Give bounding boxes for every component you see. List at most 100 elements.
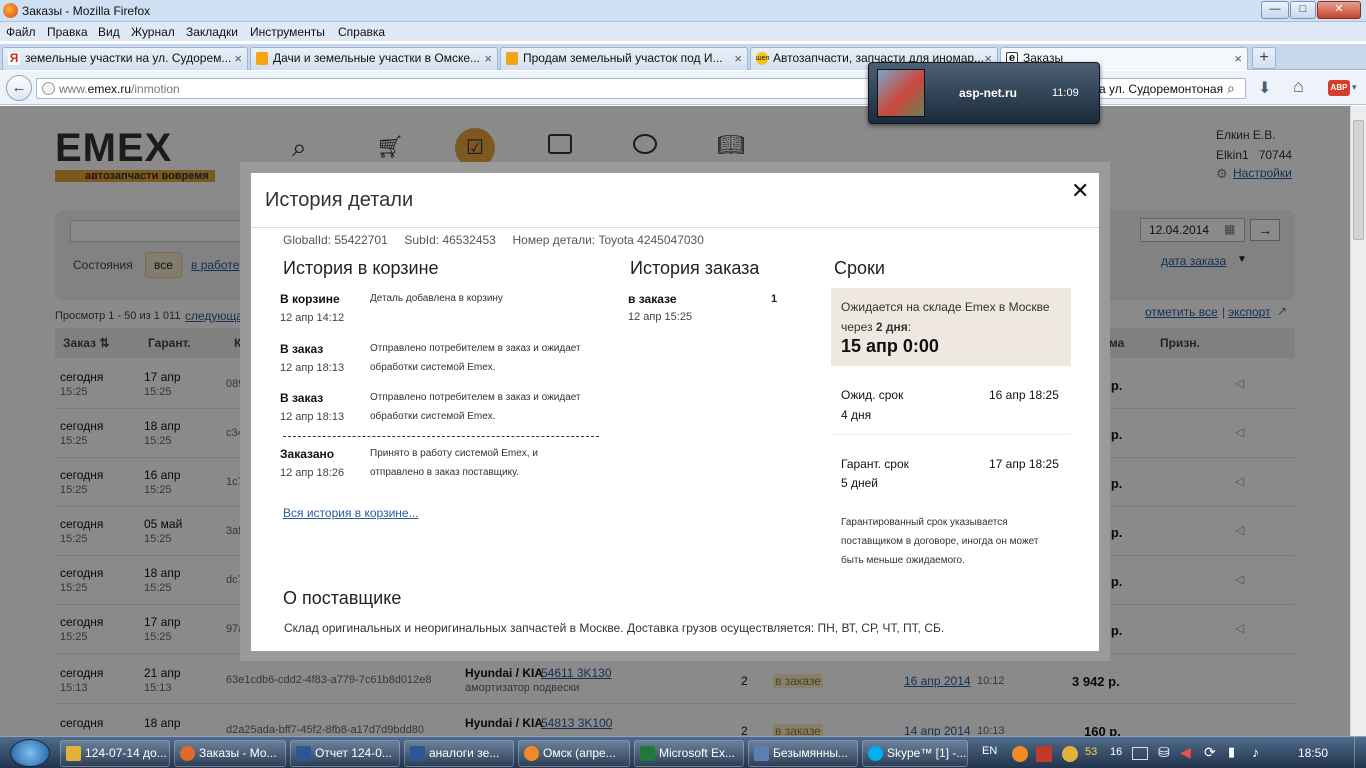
- guarantee-term-days: 5 дней: [841, 476, 879, 490]
- tray-antivirus-icon[interactable]: [1036, 746, 1052, 762]
- search-icon[interactable]: ⌕: [1227, 80, 1235, 97]
- search-input[interactable]: а ул. Судоремонтоная: [1099, 82, 1223, 96]
- expected-term-days: 4 дня: [841, 408, 872, 422]
- page-scrollbar[interactable]: [1350, 106, 1366, 736]
- skype-icon: [868, 746, 883, 761]
- taskbar-item-firefox[interactable]: Заказы - Мо...: [174, 740, 286, 767]
- taskbar-item-folder[interactable]: 124-07-14 до...: [60, 740, 170, 767]
- window-titlebar: Заказы - Mozilla Firefox — □ ✕: [0, 0, 1366, 22]
- events-divider: [283, 436, 599, 437]
- bookmark-favicon-icon: [256, 52, 268, 65]
- menu-file[interactable]: Файл: [6, 25, 36, 39]
- menu-bookmarks[interactable]: Закладки: [186, 25, 238, 39]
- tab-yandex[interactable]: Я земельные участки на ул. Судорем... ×: [2, 47, 248, 70]
- start-button[interactable]: [10, 739, 50, 767]
- tab-close-icon[interactable]: ×: [734, 48, 742, 69]
- terms-note-line: Гарантированный срок указывается: [841, 517, 1008, 528]
- yandex-favicon-icon: Я: [8, 51, 20, 65]
- scrollbar-thumb[interactable]: [1353, 120, 1364, 240]
- order-history-heading: История заказа: [630, 258, 760, 278]
- tab-label: Дачи и земельные участки в Омске...: [273, 51, 481, 65]
- tray-counter-a[interactable]: 53: [1085, 746, 1097, 758]
- taskbar-item-word-1[interactable]: Отчет 124-0...: [290, 740, 400, 767]
- expected-term-date: 16 апр 18:25: [989, 388, 1059, 402]
- terms-note-line: поставщиком в договоре, иногда он может: [841, 536, 1039, 547]
- guarantee-term-date: 17 апр 18:25: [989, 457, 1059, 471]
- excel-icon: [640, 746, 655, 761]
- windows-taskbar: 124-07-14 до... Заказы - Мо... Отчет 124…: [0, 736, 1366, 768]
- firefox-icon: [180, 746, 195, 761]
- back-button[interactable]: ←: [6, 75, 32, 101]
- tab-close-icon[interactable]: ×: [1234, 48, 1242, 69]
- menu-view[interactable]: Вид: [98, 25, 120, 39]
- arrow-left-icon: ←: [11, 79, 27, 96]
- title-divider: [251, 227, 1099, 228]
- tab-close-icon[interactable]: ×: [484, 48, 492, 69]
- taskbar-item-paint[interactable]: Безымянны...: [748, 740, 858, 767]
- url-text: www.emex.ru/inmotion: [59, 82, 180, 96]
- order-event-date: 12 апр 15:25: [628, 311, 693, 323]
- tray-speaker-icon[interactable]: ◀: [1180, 744, 1191, 761]
- menu-bar: Файл Правка Вид Журнал Закладки Инструме…: [0, 22, 1366, 41]
- close-window-button[interactable]: ✕: [1317, 1, 1361, 19]
- tray-counter-b[interactable]: 16: [1110, 746, 1122, 758]
- minimize-button[interactable]: —: [1261, 1, 1289, 19]
- chevron-down-icon[interactable]: ▾: [1352, 82, 1357, 93]
- guarantee-term-label: Гарант. срок: [841, 457, 909, 471]
- download-icon[interactable]: ⬇: [1258, 78, 1271, 98]
- tray-signal-icon[interactable]: ▮: [1228, 744, 1235, 760]
- tray-2gis-icon[interactable]: [1012, 746, 1028, 762]
- tray-bell-icon[interactable]: [1062, 746, 1078, 762]
- part-ids: GlobalId: 55422701 SubId: 46532453 Номер…: [283, 233, 704, 247]
- supplier-text: Склад оригинальных и неоригинальных запч…: [284, 621, 945, 635]
- tab-label: земельные участки на ул. Судорем...: [25, 51, 232, 65]
- language-indicator[interactable]: EN: [982, 745, 997, 757]
- contact-avatar: [877, 69, 925, 117]
- tray-volume-icon[interactable]: ♪: [1252, 744, 1259, 760]
- notification-time: 11:09: [1052, 87, 1079, 99]
- taskbar-item-skype[interactable]: Skype™ [1] -...: [862, 740, 968, 767]
- home-icon[interactable]: ⌂: [1293, 76, 1304, 97]
- menu-help[interactable]: Справка: [338, 25, 385, 39]
- order-event-count: 1: [771, 293, 778, 305]
- taskbar-item-excel[interactable]: Microsoft Ex...: [634, 740, 744, 767]
- maximize-button[interactable]: □: [1290, 1, 1316, 19]
- cart-history-heading: История в корзине: [283, 258, 439, 278]
- menu-history[interactable]: Журнал: [131, 25, 175, 39]
- taskbar-item-2gis[interactable]: Омск (апре...: [518, 740, 630, 767]
- taskbar-item-word-2[interactable]: аналоги зе...: [404, 740, 514, 767]
- terms-heading: Сроки: [834, 258, 885, 278]
- word-icon: [410, 746, 425, 761]
- tab-close-icon[interactable]: ×: [234, 48, 242, 69]
- terms-note-line: быть меньше ожидаемого.: [841, 555, 965, 566]
- tab-label: Продам земельный участок под И...: [523, 51, 723, 65]
- tab-prodam[interactable]: Продам земельный участок под И... ×: [500, 47, 748, 70]
- 2gis-icon: [524, 746, 539, 761]
- modal-close-button[interactable]: ✕: [1071, 179, 1089, 203]
- word-icon: [296, 746, 311, 761]
- globe-icon: [42, 82, 55, 95]
- menu-tools[interactable]: Инструменты: [250, 25, 325, 39]
- part-history-modal: История детали ✕ GlobalId: 55422701 SubI…: [251, 173, 1099, 651]
- tab-dachi[interactable]: Дачи и земельные участки в Омске... ×: [250, 47, 498, 70]
- folder-icon: [66, 746, 81, 761]
- shell-favicon-icon: шел: [756, 52, 769, 65]
- bookmark-favicon-icon: [506, 52, 518, 65]
- menu-edit[interactable]: Правка: [47, 25, 88, 39]
- skype-notification[interactable]: asp-net.ru 11:09: [868, 62, 1100, 124]
- expected-arrival-box: Ожидается на складе Emex в Москве через …: [831, 288, 1071, 366]
- notification-site: asp-net.ru: [959, 86, 1018, 100]
- cart-history-all-link[interactable]: Вся история в корзине...: [283, 506, 419, 520]
- paint-icon: [754, 746, 769, 761]
- tray-monitor-icon[interactable]: [1132, 747, 1148, 760]
- order-event-title: в заказе: [628, 292, 677, 306]
- show-desktop-button[interactable]: [1354, 737, 1366, 768]
- window-title: Заказы - Mozilla Firefox: [22, 4, 151, 18]
- adblock-icon[interactable]: ABP: [1328, 80, 1350, 96]
- tray-sync-icon[interactable]: ⟳: [1204, 744, 1216, 761]
- tray-network-icon[interactable]: ⛁: [1158, 744, 1170, 761]
- system-clock[interactable]: 18:50: [1298, 746, 1328, 760]
- new-tab-button[interactable]: +: [1252, 47, 1276, 69]
- terms-divider: [831, 434, 1071, 435]
- firefox-logo-icon: [3, 3, 18, 18]
